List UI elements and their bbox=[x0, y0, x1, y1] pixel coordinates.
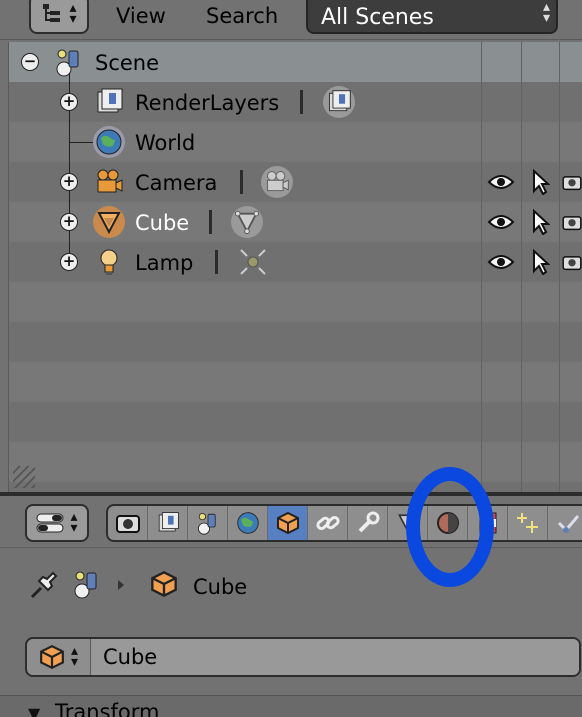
world-icon bbox=[93, 126, 125, 158]
transform-panel-header[interactable]: ▼ Transform bbox=[0, 695, 582, 717]
renderability-toggle-camera-icon[interactable] bbox=[561, 165, 582, 199]
annotation-circle bbox=[406, 467, 494, 587]
scene-icon bbox=[53, 46, 85, 78]
outliner-empty-row bbox=[9, 402, 582, 442]
breadcrumb-object-label: Cube bbox=[193, 575, 248, 599]
outliner-empty-row bbox=[9, 442, 582, 482]
constraints-icon[interactable] bbox=[308, 506, 348, 540]
menu-view[interactable]: View bbox=[116, 4, 166, 28]
outliner-empty-row bbox=[9, 362, 582, 402]
outliner-item-label[interactable]: RenderLayers bbox=[135, 91, 279, 115]
menu-search[interactable]: Search bbox=[206, 4, 278, 28]
physics-icon[interactable] bbox=[548, 506, 582, 540]
properties-header: ▴ ▾ bbox=[0, 496, 582, 548]
render-layers-icon bbox=[93, 86, 125, 118]
chevron-updown-icon: ▴ ▾ bbox=[70, 509, 78, 536]
outliner-editor-icon bbox=[43, 4, 61, 22]
selectability-toggle-cursor-icon[interactable] bbox=[524, 205, 558, 239]
visibility-toggle-eye-icon[interactable] bbox=[484, 245, 518, 279]
outliner-item-label[interactable]: Scene bbox=[95, 51, 159, 75]
expand-toggle[interactable]: + bbox=[60, 173, 78, 191]
expand-toggle[interactable]: + bbox=[60, 213, 78, 231]
outliner-item-label[interactable]: Lamp bbox=[135, 251, 193, 275]
outliner-item-label[interactable]: Cube bbox=[135, 211, 189, 235]
tree-line bbox=[69, 142, 93, 143]
outliner-empty-row bbox=[9, 282, 582, 322]
mesh-object-icon bbox=[93, 206, 125, 238]
world-icon[interactable] bbox=[228, 506, 268, 540]
selectability-toggle-cursor-icon[interactable] bbox=[524, 245, 558, 279]
expand-toggle[interactable]: + bbox=[60, 93, 78, 111]
editor-type-button[interactable]: ▴ ▾ bbox=[25, 504, 89, 542]
column-divider bbox=[559, 42, 560, 492]
editor-type-button[interactable]: ▴ ▾ bbox=[29, 0, 89, 34]
object-name-input[interactable] bbox=[91, 639, 579, 675]
collapse-triangle-icon: ▼ bbox=[28, 704, 41, 717]
visibility-toggle-eye-icon[interactable] bbox=[484, 165, 518, 199]
object-name-field: ▴ ▾ bbox=[25, 637, 581, 677]
lamp-object-icon bbox=[93, 246, 125, 278]
render-icon[interactable] bbox=[108, 506, 148, 540]
pin-icon[interactable] bbox=[28, 569, 60, 601]
collapse-toggle[interactable]: − bbox=[21, 53, 39, 71]
scene-icon bbox=[74, 571, 97, 599]
selectability-toggle-cursor-icon[interactable] bbox=[524, 165, 558, 199]
object-icon[interactable] bbox=[268, 506, 308, 540]
properties-context-tabs bbox=[106, 504, 582, 542]
properties-panel: Cube ▴▾ ▼ Transform bbox=[0, 549, 582, 717]
camera-object-icon bbox=[93, 166, 125, 198]
panel-title: Transform bbox=[55, 700, 160, 717]
column-divider bbox=[481, 42, 482, 492]
separator bbox=[240, 170, 243, 194]
chevron-updown-icon: ▴ ▾ bbox=[70, 643, 79, 670]
renderability-toggle-camera-icon[interactable] bbox=[561, 205, 582, 239]
separator bbox=[215, 250, 218, 274]
expand-toggle[interactable]: + bbox=[60, 253, 78, 271]
lamp-data-icon[interactable] bbox=[237, 246, 269, 278]
object-icon bbox=[151, 571, 177, 597]
mesh-data-icon[interactable] bbox=[231, 206, 263, 238]
outliner-tree[interactable]: − Scene + RenderLayers World + Camera + … bbox=[8, 42, 582, 492]
outliner-item-label[interactable]: World bbox=[135, 131, 195, 155]
outliner-item-label[interactable]: Camera bbox=[135, 171, 217, 195]
particles-icon[interactable] bbox=[508, 506, 548, 540]
render-layers-icon[interactable] bbox=[148, 506, 188, 540]
outliner-empty-row bbox=[9, 322, 582, 362]
camera-data-icon[interactable] bbox=[261, 166, 293, 198]
renderability-toggle-camera-icon[interactable] bbox=[561, 245, 582, 279]
separator bbox=[300, 90, 303, 114]
visibility-toggle-eye-icon[interactable] bbox=[484, 205, 518, 239]
chevron-right-icon bbox=[118, 580, 124, 590]
object-browse-button[interactable]: ▴ ▾ bbox=[27, 639, 91, 675]
outliner-header: ▴ ▾ View Search All Scenes ▴ ▾ bbox=[0, 0, 582, 40]
column-divider bbox=[521, 42, 522, 492]
render-layers-data-icon[interactable] bbox=[323, 86, 355, 118]
properties-editor-icon bbox=[36, 513, 64, 533]
modifiers-icon[interactable] bbox=[348, 506, 388, 540]
chevron-updown-icon: ▴ ▾ bbox=[542, 0, 550, 26]
chevron-updown-icon: ▴ ▾ bbox=[69, 0, 77, 27]
display-mode-value: All Scenes bbox=[321, 5, 434, 30]
scene-icon[interactable] bbox=[188, 506, 228, 540]
display-mode-select[interactable]: All Scenes ▴ ▾ bbox=[306, 0, 558, 34]
area-split-handle[interactable] bbox=[13, 466, 35, 488]
separator bbox=[209, 210, 212, 234]
object-icon bbox=[40, 644, 64, 670]
